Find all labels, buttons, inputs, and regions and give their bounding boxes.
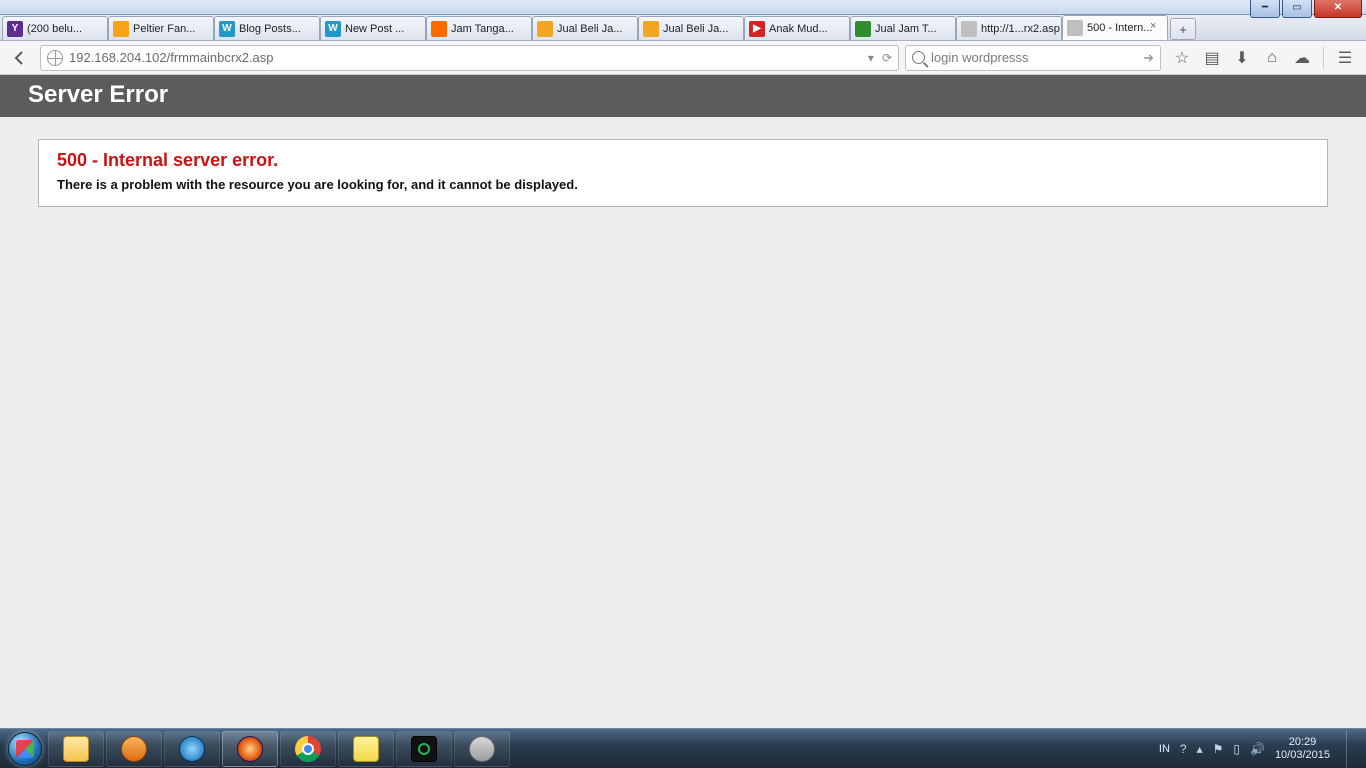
url-right-controls: ▾ ⟳ xyxy=(868,51,892,65)
url-text: 192.168.204.102/frmmainbcrx2.asp xyxy=(69,50,868,65)
tab-favicon: Y xyxy=(7,21,23,37)
tab-label: Jual Jam T... xyxy=(875,23,937,35)
browser-tab[interactable]: W Blog Posts... xyxy=(214,16,320,40)
windows-logo-icon xyxy=(8,732,42,766)
tray-time: 20:29 xyxy=(1275,736,1330,749)
search-icon xyxy=(912,51,925,64)
toolbar-icons: ☆ ▤ ⬇ ⌂ ☁ ☰ xyxy=(1167,47,1360,69)
browser-tab[interactable]: Jual Beli Ja... xyxy=(532,16,638,40)
minimize-button[interactable]: ━ xyxy=(1250,0,1280,18)
task-camera[interactable] xyxy=(396,731,452,767)
toolbar-separator xyxy=(1323,47,1324,69)
tray-flag-icon[interactable]: ⚑ xyxy=(1213,742,1224,756)
reader-mode-icon[interactable]: ▾ xyxy=(868,51,874,65)
navigation-toolbar: 192.168.204.102/frmmainbcrx2.asp ▾ ⟳ log… xyxy=(0,41,1366,75)
task-explorer[interactable] xyxy=(48,731,104,767)
tab-favicon xyxy=(1067,20,1083,36)
tab-favicon: W xyxy=(325,21,341,37)
window-titlebar: ━ ▭ ✕ xyxy=(0,0,1366,15)
error-banner: Server Error xyxy=(0,75,1366,117)
tray-help-icon[interactable]: ? xyxy=(1180,742,1187,756)
reading-list-icon[interactable]: ▤ xyxy=(1203,49,1221,67)
globe-icon xyxy=(47,50,63,66)
windows-taskbar: IN ? ▴ ⚑ ▯ 🔊 20:29 10/03/2015 xyxy=(0,728,1366,768)
browser-tab[interactable]: Jual Beli Ja... xyxy=(638,16,744,40)
tab-label: http://1...rx2.asp xyxy=(981,23,1060,35)
tab-label: Anak Mud... xyxy=(769,23,828,35)
tab-favicon xyxy=(855,21,871,37)
error-code-heading: 500 - Internal server error. xyxy=(57,150,1309,171)
caption-buttons: ━ ▭ ✕ xyxy=(1248,0,1362,18)
tab-label: Jam Tanga... xyxy=(451,23,514,35)
tray-clock[interactable]: 20:29 10/03/2015 xyxy=(1275,736,1330,761)
back-button[interactable] xyxy=(6,44,34,72)
tab-favicon xyxy=(961,21,977,37)
tab-close-icon[interactable]: × xyxy=(1150,20,1164,34)
tab-favicon: ▶ xyxy=(749,21,765,37)
browser-tab[interactable]: W New Post ... xyxy=(320,16,426,40)
show-desktop-button[interactable] xyxy=(1346,730,1356,768)
tab-label: Jual Beli Ja... xyxy=(663,23,728,35)
tray-chevron-icon[interactable]: ▴ xyxy=(1197,742,1203,756)
search-input[interactable]: login wordpresss xyxy=(931,50,1029,65)
tab-label: Jual Beli Ja... xyxy=(557,23,622,35)
menu-icon[interactable]: ☰ xyxy=(1336,49,1354,67)
task-media-player[interactable] xyxy=(106,731,162,767)
browser-tab[interactable]: Y (200 belu... xyxy=(2,16,108,40)
maximize-button[interactable]: ▭ xyxy=(1282,0,1312,18)
search-box[interactable]: login wordpresss ➜ xyxy=(905,45,1161,71)
new-tab-button[interactable]: + xyxy=(1170,18,1196,40)
tab-label: Peltier Fan... xyxy=(133,23,195,35)
search-go-icon[interactable]: ➜ xyxy=(1143,50,1154,66)
start-button[interactable] xyxy=(4,730,46,768)
task-ie[interactable] xyxy=(164,731,220,767)
page-viewport: Server Error 500 - Internal server error… xyxy=(0,75,1366,728)
tab-label: 500 - Intern... xyxy=(1087,22,1152,34)
browser-tab[interactable]: Peltier Fan... xyxy=(108,16,214,40)
tab-label: New Post ... xyxy=(345,23,404,35)
close-button[interactable]: ✕ xyxy=(1314,0,1362,18)
task-volume-tool[interactable] xyxy=(454,731,510,767)
arrow-left-icon xyxy=(12,50,28,66)
tray-volume-icon[interactable]: 🔊 xyxy=(1250,742,1265,756)
system-tray: IN ? ▴ ⚑ ▯ 🔊 20:29 10/03/2015 xyxy=(1159,730,1362,768)
browser-tab[interactable]: ▶ Anak Mud... xyxy=(744,16,850,40)
tab-label: (200 belu... xyxy=(27,23,82,35)
tab-favicon xyxy=(113,21,129,37)
tab-favicon xyxy=(431,21,447,37)
tab-favicon xyxy=(537,21,553,37)
url-bar[interactable]: 192.168.204.102/frmmainbcrx2.asp ▾ ⟳ xyxy=(40,45,899,71)
tab-label: Blog Posts... xyxy=(239,23,301,35)
tab-favicon: W xyxy=(219,21,235,37)
bookmark-star-icon[interactable]: ☆ xyxy=(1173,49,1191,67)
tray-network-icon[interactable]: ▯ xyxy=(1233,742,1240,756)
tab-strip: Y (200 belu... Peltier Fan... W Blog Posts..… xyxy=(0,15,1366,41)
task-chrome[interactable] xyxy=(280,731,336,767)
browser-tab[interactable]: Jam Tanga... xyxy=(426,16,532,40)
task-sticky-notes[interactable] xyxy=(338,731,394,767)
home-icon[interactable]: ⌂ xyxy=(1263,49,1281,67)
task-firefox[interactable] xyxy=(222,731,278,767)
error-box: 500 - Internal server error. There is a … xyxy=(38,139,1328,207)
input-language[interactable]: IN xyxy=(1159,743,1170,755)
error-message: There is a problem with the resource you… xyxy=(57,177,1309,192)
reload-button[interactable]: ⟳ xyxy=(882,51,892,65)
tab-favicon xyxy=(643,21,659,37)
browser-tab[interactable]: http://1...rx2.asp xyxy=(956,16,1062,40)
browser-tab[interactable]: 500 - Intern...× xyxy=(1062,15,1168,40)
browser-tab[interactable]: Jual Jam T... xyxy=(850,16,956,40)
downloads-icon[interactable]: ⬇ xyxy=(1233,49,1251,67)
tray-date: 10/03/2015 xyxy=(1275,749,1330,762)
chat-icon[interactable]: ☁ xyxy=(1293,49,1311,67)
